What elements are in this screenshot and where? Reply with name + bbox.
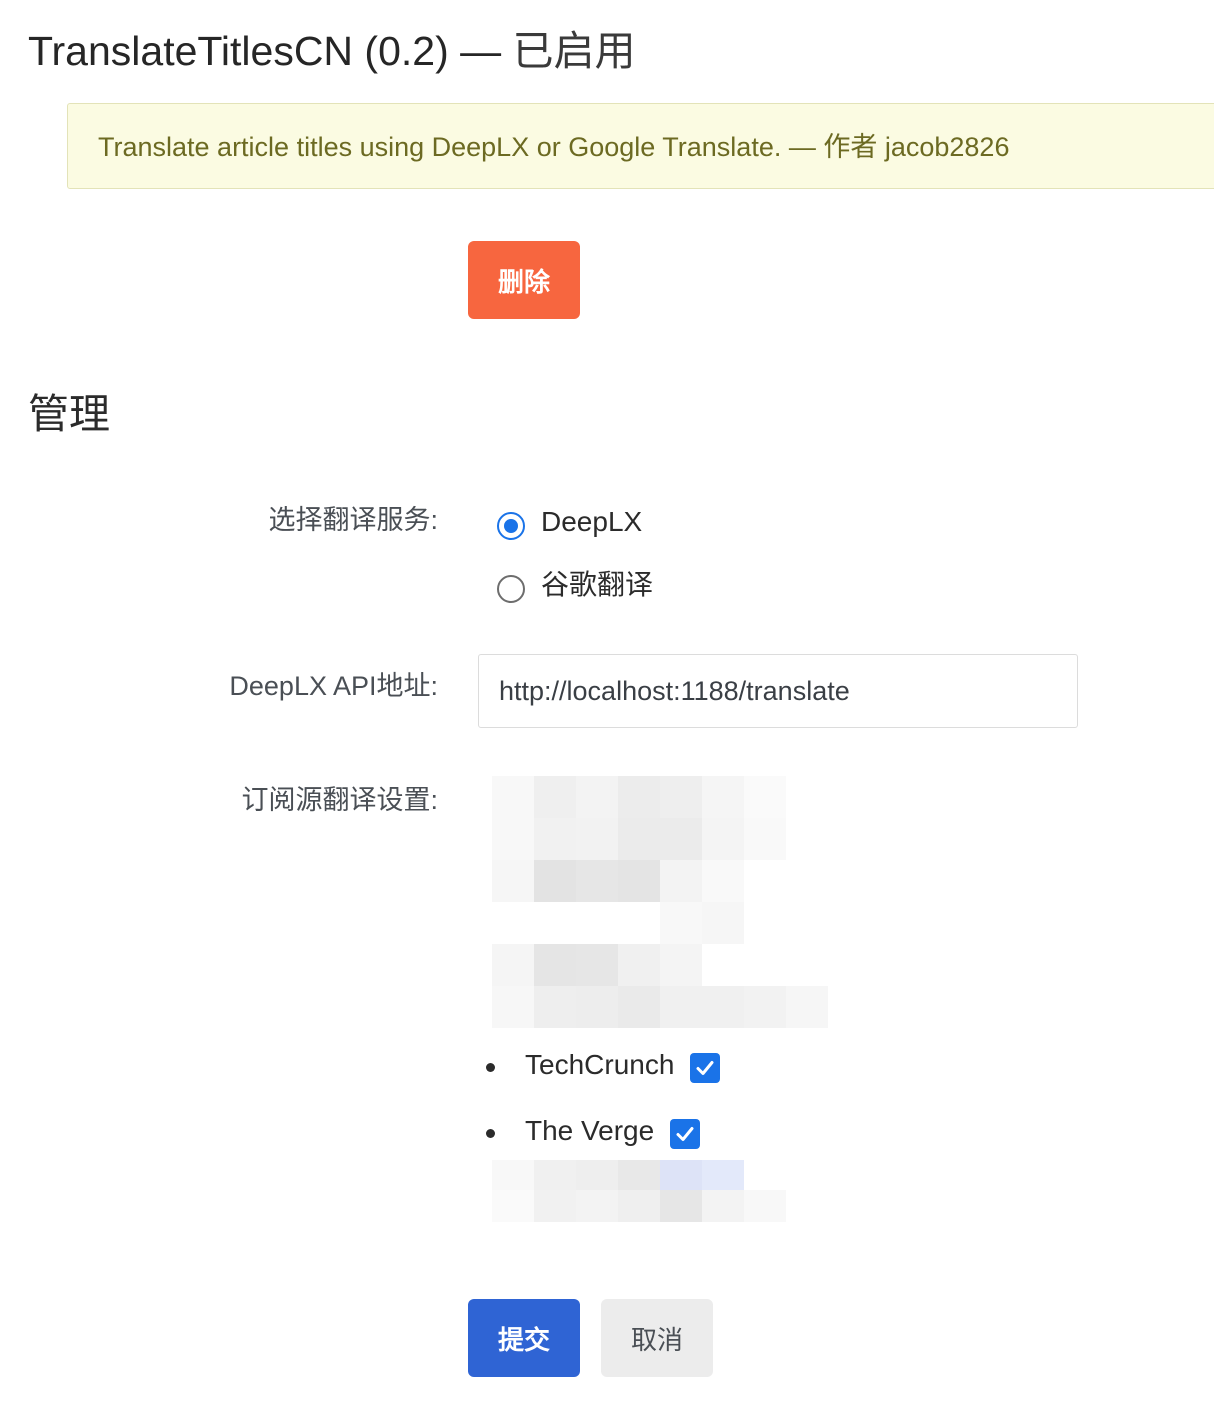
delete-button[interactable]: 删除 <box>468 241 580 319</box>
list-item: TechCrunch <box>486 1040 721 1090</box>
bullet-icon <box>486 1062 495 1072</box>
extension-state: 已启用 <box>512 28 636 74</box>
feed-settings-label: 订阅源翻译设置: <box>241 785 438 815</box>
extension-config-page: TranslateTitlesCN (0.2) — 已启用 Translate … <box>0 0 1214 1410</box>
service-option-deeplx[interactable]: DeepLX <box>497 502 642 542</box>
bullet-icon <box>486 1128 495 1138</box>
cancel-button[interactable]: 取消 <box>601 1299 713 1377</box>
feed-name: The Verge <box>525 1115 655 1146</box>
google-radio-label[interactable]: 谷歌翻译 <box>541 565 653 605</box>
checkmark-icon <box>676 1127 694 1141</box>
extension-description: Translate article titles using DeepLX or… <box>67 103 1214 189</box>
google-radio[interactable] <box>497 575 525 603</box>
submit-button[interactable]: 提交 <box>468 1299 580 1377</box>
redacted-feeds-bottom <box>470 1160 800 1222</box>
service-label: 选择翻译服务: <box>268 505 438 535</box>
extension-name: TranslateTitlesCN (0.2) <box>28 28 449 74</box>
title-separator: — <box>460 28 502 74</box>
checkmark-icon <box>696 1061 714 1075</box>
feed-name: TechCrunch <box>525 1049 675 1080</box>
deeplx-radio-label[interactable]: DeepLX <box>541 502 642 542</box>
deeplx-radio[interactable] <box>497 512 525 540</box>
feed-checkbox-the-verge[interactable] <box>670 1119 701 1149</box>
feed-checkbox-techcrunch[interactable] <box>690 1053 721 1083</box>
feed-list: TechCrunch The Verge <box>486 1040 721 1172</box>
redacted-feeds-top <box>470 770 830 1030</box>
manage-section-title: 管理 <box>28 391 110 437</box>
api-address-label: DeepLX API地址: <box>229 671 438 701</box>
extension-title: TranslateTitlesCN (0.2) — 已启用 <box>28 22 636 80</box>
api-address-input[interactable] <box>478 654 1078 728</box>
service-option-google[interactable]: 谷歌翻译 <box>497 565 653 605</box>
list-item: The Verge <box>486 1106 720 1156</box>
